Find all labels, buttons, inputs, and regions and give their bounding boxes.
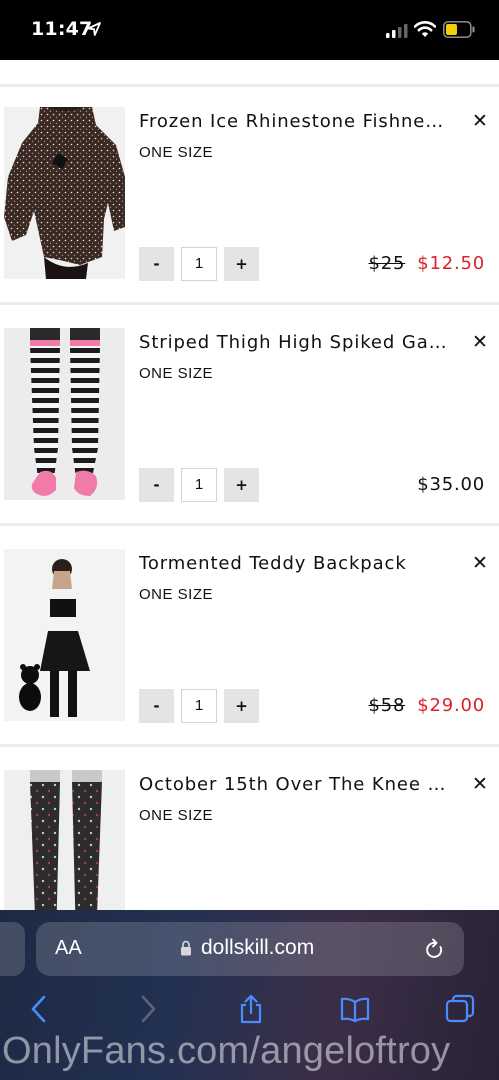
decrease-quantity-button[interactable]: - xyxy=(139,689,174,723)
product-size: ONE SIZE xyxy=(139,807,214,824)
wifi-icon xyxy=(414,21,436,37)
quantity-input[interactable]: 1 xyxy=(181,689,217,723)
original-price: $25 xyxy=(368,253,406,274)
reader-options-button[interactable]: AA xyxy=(55,937,82,960)
location-arrow-icon xyxy=(87,22,101,36)
product-image[interactable] xyxy=(4,107,125,279)
product-size: ONE SIZE xyxy=(139,586,214,603)
lock-icon xyxy=(181,940,191,956)
previous-tab-preview[interactable] xyxy=(0,922,25,976)
item-divider xyxy=(0,302,499,305)
increase-quantity-button[interactable]: + xyxy=(224,468,259,502)
remove-item-button[interactable]: ✕ xyxy=(470,553,490,573)
increase-quantity-button[interactable]: + xyxy=(224,247,259,281)
decrease-quantity-button[interactable]: - xyxy=(139,468,174,502)
increase-quantity-button[interactable]: + xyxy=(224,689,259,723)
product-image[interactable] xyxy=(4,549,125,721)
cart-item: Frozen Ice Rhinestone Fishnet Bodysuit O… xyxy=(0,87,499,305)
price: $35.00 xyxy=(417,474,485,495)
remove-item-button[interactable]: ✕ xyxy=(470,774,490,794)
product-size: ONE SIZE xyxy=(139,365,214,382)
sale-price: $12.50 xyxy=(417,253,485,274)
product-name[interactable]: October 15th Over The Knee Socks xyxy=(139,774,451,795)
share-icon[interactable] xyxy=(236,994,266,1024)
cellular-signal-icon xyxy=(386,24,408,38)
chevron-left-icon[interactable] xyxy=(25,994,55,1024)
item-divider xyxy=(0,523,499,526)
price: $25 $12.50 xyxy=(368,253,485,274)
price: $58 $29.00 xyxy=(368,695,485,716)
status-bar: 11:47 xyxy=(0,0,499,60)
battery-low-icon xyxy=(443,21,475,38)
product-name[interactable]: Frozen Ice Rhinestone Fishnet Bodysuit xyxy=(139,111,451,132)
remove-item-button[interactable]: ✕ xyxy=(470,332,490,352)
product-name[interactable]: Striped Thigh High Spiked Garter Socks xyxy=(139,332,451,353)
reload-icon[interactable] xyxy=(425,938,445,960)
product-name[interactable]: Tormented Teddy Backpack xyxy=(139,553,451,574)
chevron-right-icon[interactable] xyxy=(132,994,162,1024)
product-image[interactable] xyxy=(4,328,125,500)
original-price: $58 xyxy=(368,695,406,716)
status-time: 11:47 xyxy=(31,18,93,40)
tabs-icon[interactable] xyxy=(445,994,475,1024)
address-bar[interactable]: AA dollskill.com xyxy=(36,922,464,976)
regular-price: $35.00 xyxy=(417,474,485,495)
remove-item-button[interactable]: ✕ xyxy=(470,111,490,131)
item-divider xyxy=(0,744,499,747)
decrease-quantity-button[interactable]: - xyxy=(139,247,174,281)
product-size: ONE SIZE xyxy=(139,144,214,161)
watermark: OnlyFans.com/angeloftroy xyxy=(2,1030,451,1072)
url-text[interactable]: dollskill.com xyxy=(201,936,314,960)
cart-item: Tormented Teddy Backpack ONE SIZE ✕ - 1 … xyxy=(0,529,499,747)
quantity-input[interactable]: 1 xyxy=(181,468,217,502)
sale-price: $29.00 xyxy=(417,695,485,716)
quantity-input[interactable]: 1 xyxy=(181,247,217,281)
cart-item: Striped Thigh High Spiked Garter Socks O… xyxy=(0,308,499,526)
bookmarks-icon[interactable] xyxy=(340,994,370,1024)
